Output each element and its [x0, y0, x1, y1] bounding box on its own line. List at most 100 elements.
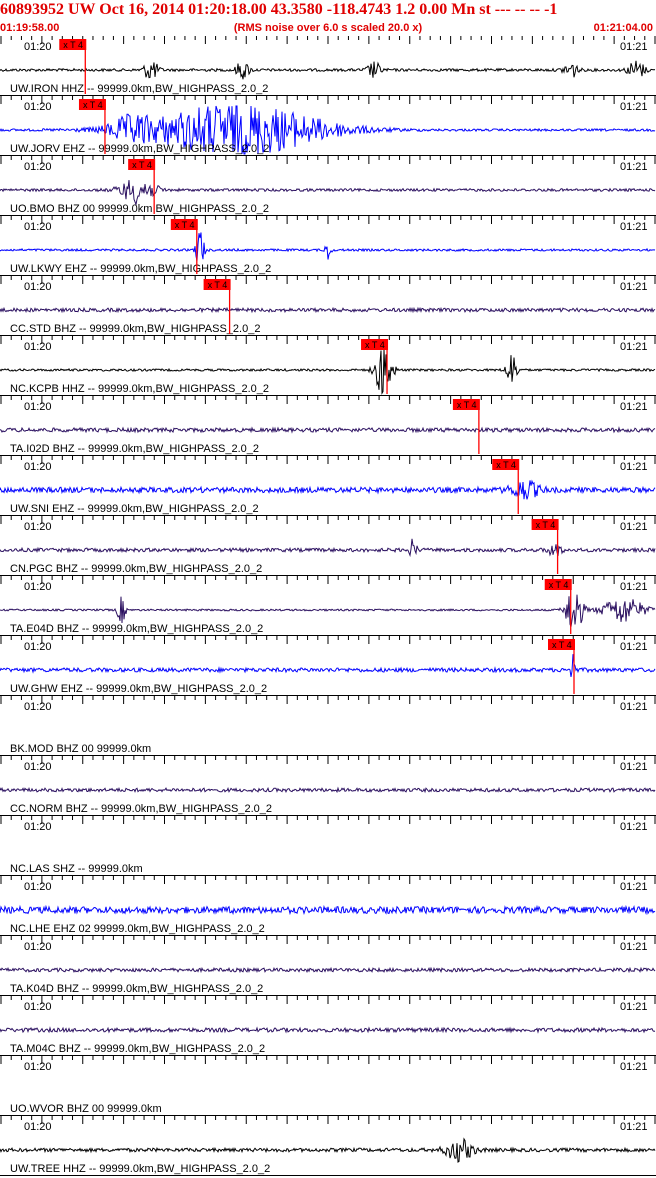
trace-panel: 01:20 01:21 UW.IRON HHZ -- 99999.0km,BW_HI…	[0, 36, 656, 96]
waveform-trace	[0, 904, 656, 916]
trace-panel: 01:20 01:21 UW.JORV EHZ -- 99999.0km,BW_HI…	[0, 96, 656, 156]
time-label-right: 01:21	[620, 1001, 648, 1013]
time-label-right: 01:21	[620, 701, 648, 713]
trace-panel: 01:20 01:21 CC.STD BHZ -- 99999.0km,BW_HIG…	[0, 276, 656, 336]
pick-label: x T 4	[549, 580, 569, 590]
time-label-right: 01:21	[620, 41, 648, 53]
time-label-right: 01:21	[620, 881, 648, 893]
station-label: UW.LKWY EHZ -- 99999.0km,BW_HIGHPASS_2.0…	[10, 263, 271, 275]
trace-panel: 01:20 01:21 TA.I02D BHZ -- 99999.0km,BW_HI…	[0, 396, 656, 456]
waveform-trace	[0, 594, 656, 627]
waveform-trace	[0, 1137, 656, 1163]
pick-label: x T 4	[132, 160, 152, 170]
waveform-trace	[0, 232, 656, 262]
time-label-left: 01:20	[24, 941, 52, 953]
time-label-left: 01:20	[24, 101, 52, 113]
waveform-trace	[0, 426, 656, 434]
station-label: NC.LAS SHZ -- 99999.0km	[10, 863, 143, 875]
pick-label: x T 4	[536, 520, 556, 530]
waveform-trace	[0, 966, 656, 974]
pick-label: x T 4	[496, 460, 516, 470]
trace-panel: 01:20 01:21 UW.SNI EHZ -- 99999.0km,BW_HIG…	[0, 456, 656, 516]
time-label-right: 01:21	[620, 941, 648, 953]
trace-panel: 01:20 01:21 UO.BMO BHZ 00 99999.0km,BW_HIG…	[0, 156, 656, 216]
time-label-right: 01:21	[620, 221, 648, 233]
waveform-trace	[0, 786, 656, 794]
noise-note: (RMS noise over 6.0 s scaled 20.0 x)	[233, 22, 423, 34]
station-label: CC.NORM BHZ -- 99999.0km,BW_HIGHPASS_2.0…	[10, 803, 272, 815]
time-label-left: 01:20	[24, 1001, 52, 1013]
time-label-left: 01:20	[24, 161, 52, 173]
pick-label: x T 4	[457, 400, 477, 410]
station-label: TA.I02D BHZ -- 99999.0km,BW_HIGHPASS_2.0…	[10, 443, 259, 455]
time-label-left: 01:20	[24, 281, 52, 293]
time-label-left: 01:20	[24, 581, 52, 593]
time-label-left: 01:20	[24, 821, 52, 833]
trace-panel: 01:20 01:21 TA.K04D BHZ -- 99999.0km,BW_HI…	[0, 936, 656, 996]
time-label-right: 01:21	[620, 521, 648, 533]
time-label-left: 01:20	[24, 761, 52, 773]
time-label-right: 01:21	[620, 761, 648, 773]
waveform-trace	[0, 180, 656, 207]
time-label-left: 01:20	[24, 461, 52, 473]
time-label-left: 01:20	[24, 881, 52, 893]
trace-panel: 01:20 01:21 NC.KCPB HHZ -- 99999.0km,BW_HI…	[0, 336, 656, 396]
trace-panel: 01:20 01:21 UW.GHW EHZ -- 99999.0km,BW_HIG…	[0, 636, 656, 696]
time-label-left: 01:20	[24, 1121, 52, 1133]
pick-label: x T 4	[175, 220, 195, 230]
pick-label: x T 4	[63, 40, 83, 50]
time-label-left: 01:20	[24, 341, 52, 353]
station-label: UW.JORV EHZ -- 99999.0km,BW_HIGHPASS_2.0…	[10, 143, 269, 155]
waveform-trace	[0, 538, 656, 558]
time-label-left: 01:20	[24, 41, 52, 53]
trace-panel: 01:20 01:21 CC.NORM BHZ -- 99999.0km,BW_HI…	[0, 756, 656, 816]
event-title: 60893952 UW Oct 16, 2014 01:20:18.00 43.…	[0, 1, 558, 18]
trace-panel: 01:20 01:21 UO.WVOR BHZ 00 99999.0km	[0, 1056, 656, 1116]
trace-panel: 01:20 01:21 BK.MOD BHZ 00 99999.0km	[0, 696, 656, 756]
time-label-right: 01:21	[620, 281, 648, 293]
station-label: UO.WVOR BHZ 00 99999.0km	[10, 1103, 162, 1115]
station-label: NC.LHE EHZ 02 99999.0km,BW_HIGHPASS_2.0_…	[10, 923, 265, 935]
pick-label: x T 4	[365, 340, 385, 350]
time-label-left: 01:20	[24, 401, 52, 413]
time-label-right: 01:21	[620, 401, 648, 413]
time-label-right: 01:21	[620, 161, 648, 173]
trace-panel: 01:20 01:21 TA.E04D BHZ -- 99999.0km,BW_HI…	[0, 576, 656, 636]
waveform-trace	[0, 306, 656, 314]
station-label: CN.PGC BHZ -- 99999.0km,BW_HIGHPASS_2.0_…	[10, 563, 262, 575]
station-label: UW.IRON HHZ -- 99999.0km,BW_HIGHPASS_2.0…	[10, 83, 268, 95]
waveform-trace	[0, 60, 656, 80]
pick-label: x T 4	[552, 640, 572, 650]
waveform-trace	[0, 479, 656, 500]
station-label: BK.MOD BHZ 00 99999.0km	[10, 743, 151, 755]
station-label: CC.STD BHZ -- 99999.0km,BW_HIGHPASS_2.0_…	[10, 323, 260, 335]
trace-panel: 01:20 01:21 NC.LAS SHZ -- 99999.0km	[0, 816, 656, 876]
trace-panel: 01:20 01:21 TA.M04C BHZ -- 99999.0km,BW_HI…	[0, 996, 656, 1056]
trace-panel: 01:20 01:21 NC.LHE EHZ 02 99999.0km,BW_HIG…	[0, 876, 656, 936]
pick-label: x T 4	[83, 100, 103, 110]
waveform-trace	[0, 654, 656, 677]
time-label-right: 01:21	[620, 101, 648, 113]
waveform-trace	[0, 1026, 656, 1034]
time-label-left: 01:20	[24, 521, 52, 533]
station-label: NC.KCPB HHZ -- 99999.0km,BW_HIGHPASS_2.0…	[10, 383, 269, 395]
time-label-left: 01:20	[24, 221, 52, 233]
station-label: TA.K04D BHZ -- 99999.0km,BW_HIGHPASS_2.0…	[10, 983, 263, 995]
station-label: UW.TREE HHZ -- 99999.0km,BW_HIGHPASS_2.0…	[10, 1163, 270, 1175]
station-label: TA.M04C BHZ -- 99999.0km,BW_HIGHPASS_2.0…	[10, 1043, 265, 1055]
trace-panel: 01:20 01:21 CN.PGC BHZ -- 99999.0km,BW_HIG…	[0, 516, 656, 576]
trace-panel: 01:20 01:21 UW.LKWY EHZ -- 99999.0km,BW_HI…	[0, 216, 656, 276]
time-label-right: 01:21	[620, 341, 648, 353]
station-label: UW.GHW EHZ -- 99999.0km,BW_HIGHPASS_2.0_…	[10, 683, 267, 695]
time-label-left: 01:20	[24, 1061, 52, 1073]
time-label-right: 01:21	[620, 461, 648, 473]
time-label-left: 01:20	[24, 641, 52, 653]
station-label: TA.E04D BHZ -- 99999.0km,BW_HIGHPASS_2.0…	[10, 623, 263, 635]
station-label: UO.BMO BHZ 00 99999.0km,BW_HIGHPASS_2.0_…	[10, 203, 269, 215]
pick-label: x T 4	[208, 280, 228, 290]
time-label-right: 01:21	[620, 581, 648, 593]
trace-panel: 01:20 01:21 UW.TREE HHZ -- 99999.0km,BW_HI…	[0, 1116, 656, 1176]
time-label-right: 01:21	[620, 641, 648, 653]
end-time: 01:21:04.00	[593, 22, 653, 34]
station-label: UW.SNI EHZ -- 99999.0km,BW_HIGHPASS_2.0_…	[10, 503, 259, 515]
